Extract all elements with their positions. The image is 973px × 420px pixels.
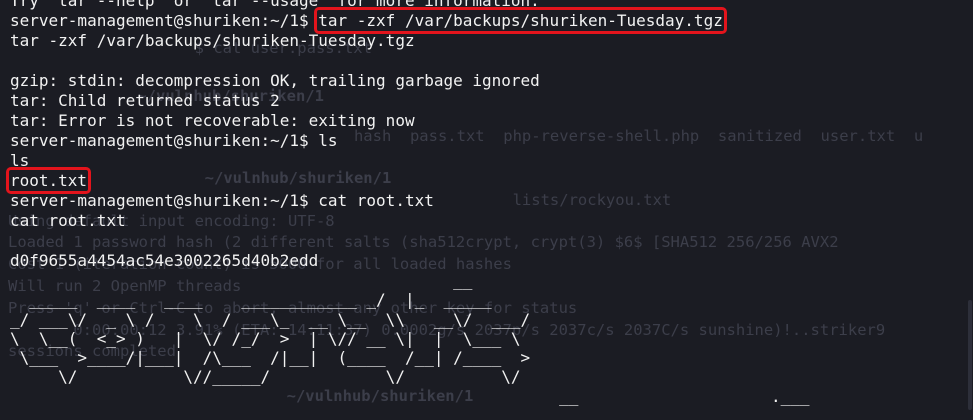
shell-prompt: server-management@shuriken:~/1$ <box>10 191 319 210</box>
shell-prompt: server-management@shuriken:~/1$ <box>10 11 319 30</box>
output-line: tar: Child returned status 2 <box>10 91 280 110</box>
output-line: tar: Error is not recoverable: exiting n… <box>10 111 415 130</box>
prompt-line: server-management@shuriken:~/1$ ls <box>10 131 970 151</box>
output-line: cat root.txt <box>10 211 126 230</box>
file-listing-line: root.txt <box>5 167 970 194</box>
prompt-line: server-management@shuriken:~/1$ tar -zxf… <box>10 7 970 34</box>
highlighted-command: tar -zxf /var/backups/shuriken-Tuesday.t… <box>314 7 727 34</box>
scrollbar-thumb[interactable] <box>968 300 972 410</box>
ascii-art-banner: __ _____ ____ ____ ____________ _/ |_ __… <box>10 271 531 387</box>
flag-hash: d0f9655a4454ac54e3002265d40b2edd <box>10 251 319 270</box>
command-text: ls <box>318 131 338 150</box>
output-line: tar -zxf /var/backups/shuriken-Tuesday.t… <box>10 31 415 50</box>
output-line: gzip: stdin: decompression OK, trailing … <box>10 71 540 90</box>
terminal-output: Try 'tar --help' or 'tar --usage' for mo… <box>5 0 970 407</box>
highlighted-filename: root.txt <box>5 167 92 194</box>
output-line: ls <box>10 151 30 170</box>
scrollbar[interactable] <box>967 0 973 420</box>
prompt-line: server-management@shuriken:~/1$ cat root… <box>10 191 970 211</box>
output-line: Try 'tar --help' or 'tar --usage' for mo… <box>10 0 540 10</box>
terminal-window[interactable]: $ cat user.pass.txt ~/vulnhub/shuriken/1… <box>0 0 973 420</box>
trailing-art-line: __ .___ <box>10 386 810 406</box>
command-text: cat root.txt <box>318 191 434 210</box>
shell-prompt: server-management@shuriken:~/1$ <box>10 131 319 150</box>
